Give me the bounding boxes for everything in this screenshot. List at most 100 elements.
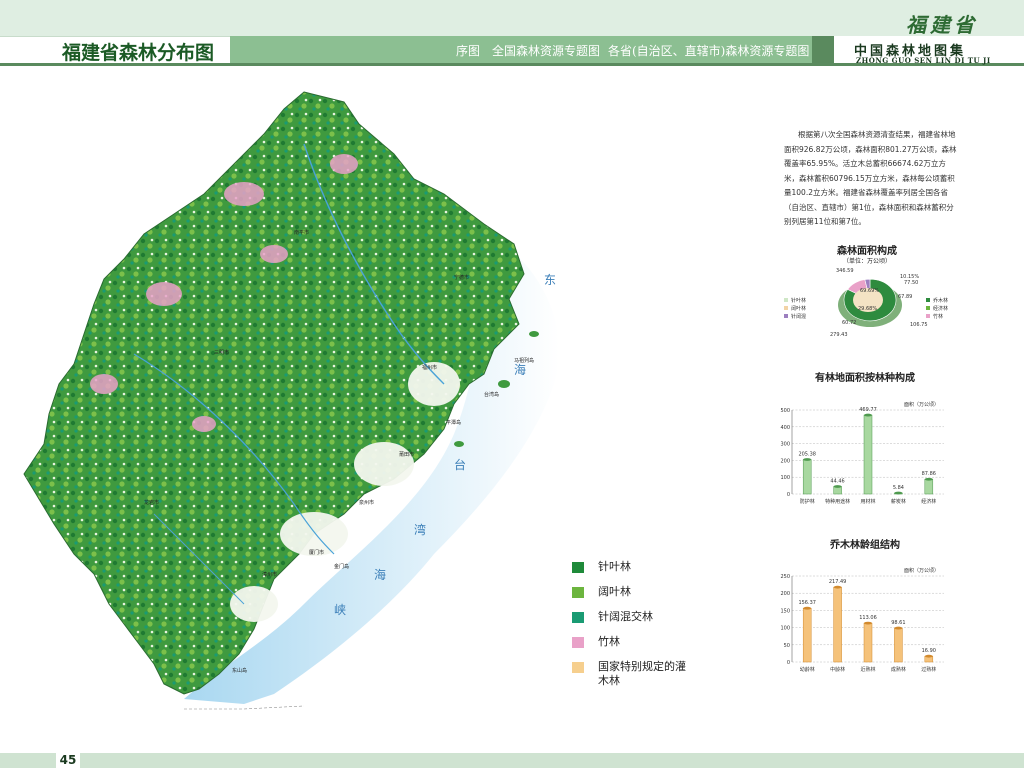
pie-value-label: 29.68%	[858, 306, 877, 312]
bar	[802, 459, 812, 495]
island	[498, 380, 510, 388]
legend-label: 针叶林	[598, 560, 631, 573]
y-tick-label: 400	[780, 425, 790, 431]
pie-legend-label: 乔木林	[933, 297, 948, 304]
sea-label: 湾	[414, 522, 426, 537]
city-label: 漳州市	[262, 571, 277, 578]
bar-top	[924, 477, 933, 481]
bar-value-label: 156.37	[798, 600, 816, 606]
bar-top	[894, 491, 903, 495]
bar-value-label: 87.86	[922, 471, 936, 477]
y-tick-label: 50	[784, 643, 790, 649]
non-forest-area	[230, 586, 278, 622]
chart-unit-label: 面积（万公顷）	[904, 401, 939, 408]
city-label: 南平市	[294, 229, 309, 236]
sea-label: 海	[514, 362, 526, 377]
bar-top	[803, 606, 812, 610]
pie-legend-swatch	[926, 306, 930, 310]
island-label: 金门岛	[334, 563, 349, 570]
forest-distribution-map: 东 海 台 湾 海 峡 福州市 莆田市 泉州市 厦门市 漳州市 三明市 南平市 …	[14, 84, 594, 714]
bar	[833, 586, 842, 663]
x-tick-label: 薪炭林	[891, 498, 906, 505]
bamboo-patch	[192, 416, 216, 432]
x-tick-label: 经济林	[921, 498, 936, 505]
pie-legend-swatch	[926, 298, 930, 302]
bamboo-patch	[260, 245, 288, 263]
legend-swatch	[572, 612, 584, 623]
description-text: 根据第八次全国森林资源清查结果，福建省林地面积926.82万公顷，森林面积801…	[784, 130, 957, 226]
x-tick-label: 特种用途林	[825, 498, 850, 505]
page-header: 福建省 福建省森林分布图 序图 全国森林资源专题图 各省(自治区、直辖市)森林资…	[0, 0, 1024, 72]
bar-chart-1: 面积（万公顷） 0 100 200 300 400 500 205.38 防护林 44.46 特种用…	[780, 401, 944, 505]
legend-label: 国家特别规定的灌木林	[598, 660, 686, 687]
bar-top	[894, 626, 903, 630]
bar-top	[803, 458, 812, 461]
bamboo-patch	[90, 374, 118, 394]
island	[529, 331, 539, 337]
bar	[924, 478, 934, 495]
pie-legend-label: 针阔混	[791, 313, 806, 320]
city-label: 厦门市	[309, 549, 324, 556]
pie-legend-swatch	[784, 298, 788, 302]
page-number: 45	[56, 753, 80, 768]
x-tick-label: 成熟林	[891, 666, 906, 673]
city-label: 宁德市	[454, 274, 469, 281]
footer-band	[0, 753, 1024, 768]
x-tick-label: 近熟林	[860, 666, 875, 673]
pie-legend-swatch	[926, 314, 930, 318]
bar-top	[924, 654, 933, 658]
y-tick-label: 0	[787, 492, 790, 498]
bar-top	[833, 585, 842, 589]
y-tick-label: 500	[780, 408, 790, 414]
pie-value-label: 106.75	[910, 322, 928, 328]
y-tick-label: 150	[780, 608, 790, 614]
x-tick-label: 幼龄林	[800, 666, 815, 673]
bar-chart-2: 面积（万公顷） 0 50 100 150 200 250 156.37 幼龄林 217.49 中龄林…	[780, 567, 944, 673]
city-label: 莆田市	[399, 451, 414, 458]
bar	[894, 627, 903, 663]
pie-legend-swatch	[784, 314, 788, 318]
sea-label: 峡	[334, 603, 346, 617]
bar-value-label: 16.90	[922, 648, 936, 654]
island	[454, 441, 464, 447]
bar-top	[864, 621, 872, 625]
pie-legend-label: 竹林	[933, 313, 943, 320]
city-label: 泉州市	[359, 499, 374, 506]
bar-value-label: 217.49	[829, 579, 847, 585]
legend-swatch	[572, 562, 584, 573]
sea-label: 海	[374, 567, 386, 582]
y-tick-label: 200	[780, 458, 790, 464]
map-svg: 东 海 台 湾 海 峡 福州市 莆田市 泉州市 厦门市 漳州市 三明市 南平市 …	[23, 91, 560, 710]
legend-swatch	[572, 587, 584, 598]
pie-value-label: 69.69%	[860, 288, 879, 294]
pie-legend-swatch	[784, 306, 788, 310]
bar	[802, 607, 812, 663]
breadcrumb-item[interactable]: 序图	[456, 42, 480, 59]
sea-label: 台	[454, 457, 466, 472]
y-tick-label: 250	[780, 574, 790, 580]
city-label: 三明市	[214, 349, 229, 356]
bar	[863, 414, 873, 495]
atlas-pinyin: ZHONG GUO SEN LIN DI TU JI	[856, 56, 991, 65]
legend-label: 针阔混交林	[598, 610, 653, 623]
province-tag: 福建省	[906, 13, 978, 37]
bar-chart-1-title: 有林地面积按林种构成	[815, 373, 915, 384]
pie-value-label: 60.72	[842, 320, 856, 326]
island-label: 台湾岛	[484, 391, 499, 398]
breadcrumb-item[interactable]: 各省(自治区、直辖市)森林资源专题图	[608, 42, 809, 59]
pie-chart-title: 森林面积构成	[837, 246, 897, 257]
bar	[863, 622, 873, 663]
island-label: 东山岛	[232, 667, 247, 674]
x-tick-label: 用材林	[860, 498, 875, 505]
bar-value-label: 469.77	[859, 407, 877, 413]
y-tick-label: 100	[780, 626, 790, 632]
legend-swatch	[572, 662, 584, 673]
breadcrumb-item[interactable]: 全国森林资源专题图	[492, 42, 600, 59]
city-label: 龙岩市	[144, 499, 159, 506]
x-tick-label: 防护林	[800, 498, 815, 505]
island-label: 平潭岛	[446, 419, 461, 426]
map-boundary	[184, 705, 305, 710]
city-label: 福州市	[422, 364, 437, 371]
pie-value-label: 346.59	[836, 268, 854, 274]
page-title: 福建省森林分布图	[62, 42, 215, 64]
